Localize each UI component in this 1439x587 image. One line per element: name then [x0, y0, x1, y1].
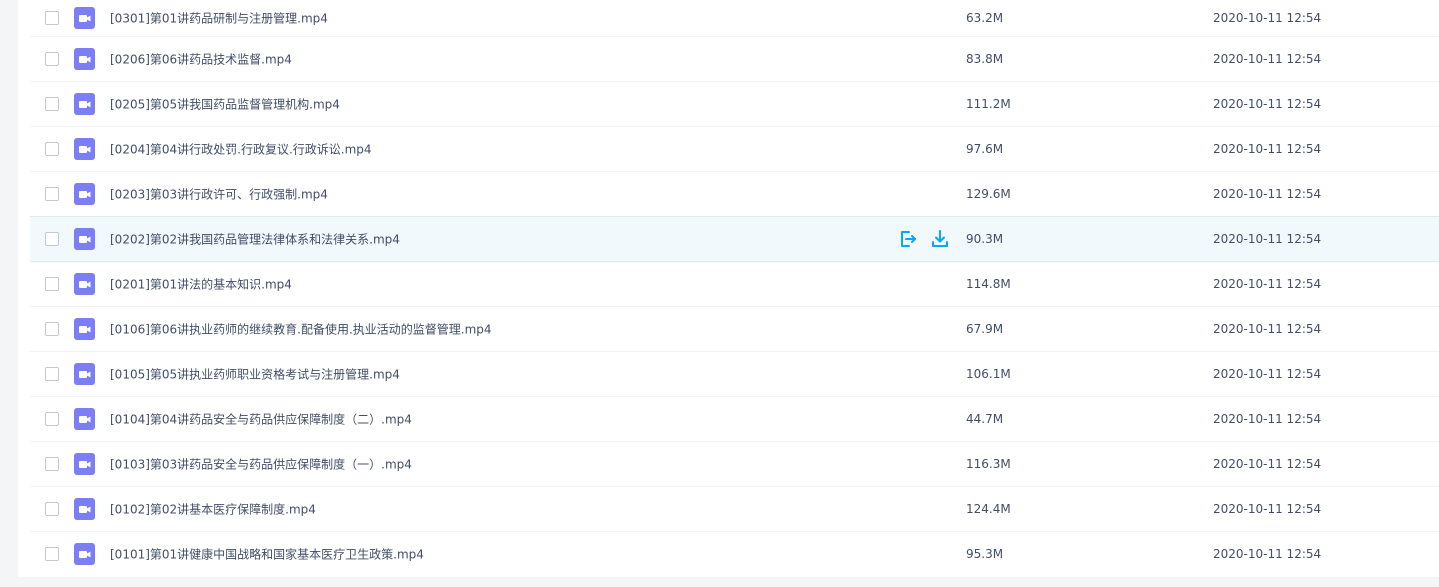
- file-date: 2020-10-11 12:54: [1213, 277, 1322, 291]
- file-size: 83.8M: [966, 52, 1004, 66]
- table-row[interactable]: [0102]第02讲基本医疗保障制度.mp4 124.4M 2020-10-11…: [30, 487, 1439, 532]
- row-checkbox[interactable]: [45, 187, 59, 201]
- row-checkbox[interactable]: [45, 97, 59, 111]
- file-date: 2020-10-11 12:54: [1213, 412, 1322, 426]
- video-file-icon: [74, 138, 95, 160]
- row-checkbox[interactable]: [45, 367, 59, 381]
- video-file-icon: [74, 543, 95, 565]
- file-date: 2020-10-11 12:54: [1213, 142, 1322, 156]
- file-name[interactable]: [0101]第01讲健康中国战略和国家基本医疗卫生政策.mp4: [110, 546, 424, 563]
- file-size: 124.4M: [966, 502, 1011, 516]
- file-size: 111.2M: [966, 97, 1011, 111]
- file-size: 116.3M: [966, 457, 1011, 471]
- file-name[interactable]: [0103]第03讲药品安全与药品供应保障制度（一）.mp4: [110, 456, 412, 473]
- file-date: 2020-10-11 12:54: [1213, 232, 1322, 246]
- file-list: [0301]第01讲药品研制与注册管理.mp4 63.2M 2020-10-11…: [30, 0, 1439, 576]
- table-row[interactable]: [0101]第01讲健康中国战略和国家基本医疗卫生政策.mp4 95.3M 20…: [30, 532, 1439, 576]
- file-size: 95.3M: [966, 547, 1004, 561]
- table-row[interactable]: [0104]第04讲药品安全与药品供应保障制度（二）.mp4 44.7M 202…: [30, 397, 1439, 442]
- video-file-icon: [74, 228, 95, 250]
- file-size: 90.3M: [966, 232, 1004, 246]
- row-checkbox[interactable]: [45, 502, 59, 516]
- table-row[interactable]: [0301]第01讲药品研制与注册管理.mp4 63.2M 2020-10-11…: [30, 0, 1439, 37]
- file-size: 44.7M: [966, 412, 1004, 426]
- video-file-icon: [74, 408, 95, 430]
- video-file-icon: [74, 7, 95, 29]
- table-row[interactable]: [0205]第05讲我国药品监督管理机构.mp4 111.2M 2020-10-…: [30, 82, 1439, 127]
- row-checkbox[interactable]: [45, 277, 59, 291]
- file-name[interactable]: [0202]第02讲我国药品管理法律体系和法律关系.mp4: [110, 231, 400, 248]
- file-size: 97.6M: [966, 142, 1004, 156]
- video-file-icon: [74, 183, 95, 205]
- download-icon[interactable]: [930, 229, 950, 249]
- table-row[interactable]: [0206]第06讲药品技术监督.mp4 83.8M 2020-10-11 12…: [30, 37, 1439, 82]
- table-row[interactable]: [0103]第03讲药品安全与药品供应保障制度（一）.mp4 116.3M 20…: [30, 442, 1439, 487]
- row-actions: [898, 229, 950, 249]
- file-date: 2020-10-11 12:54: [1213, 547, 1322, 561]
- table-row[interactable]: [0201]第01讲法的基本知识.mp4 114.8M 2020-10-11 1…: [30, 262, 1439, 307]
- file-size: 63.2M: [966, 11, 1004, 25]
- file-name[interactable]: [0106]第06讲执业药师的继续教育.配备使用.执业活动的监督管理.mp4: [110, 321, 492, 338]
- file-name[interactable]: [0201]第01讲法的基本知识.mp4: [110, 276, 292, 293]
- table-row[interactable]: [0105]第05讲执业药师职业资格考试与注册管理.mp4 106.1M 202…: [30, 352, 1439, 397]
- share-icon[interactable]: [898, 229, 918, 249]
- row-checkbox[interactable]: [45, 11, 59, 25]
- file-date: 2020-10-11 12:54: [1213, 322, 1322, 336]
- video-file-icon: [74, 363, 95, 385]
- row-checkbox[interactable]: [45, 547, 59, 561]
- file-name[interactable]: [0206]第06讲药品技术监督.mp4: [110, 51, 292, 68]
- video-file-icon: [74, 318, 95, 340]
- file-size: 129.6M: [966, 187, 1011, 201]
- file-date: 2020-10-11 12:54: [1213, 11, 1322, 25]
- file-list-panel: [0301]第01讲药品研制与注册管理.mp4 63.2M 2020-10-11…: [18, 0, 1439, 577]
- row-checkbox[interactable]: [45, 142, 59, 156]
- file-date: 2020-10-11 12:54: [1213, 187, 1322, 201]
- video-file-icon: [74, 48, 95, 70]
- video-file-icon: [74, 453, 95, 475]
- row-checkbox[interactable]: [45, 232, 59, 246]
- file-date: 2020-10-11 12:54: [1213, 367, 1322, 381]
- file-name[interactable]: [0104]第04讲药品安全与药品供应保障制度（二）.mp4: [110, 411, 412, 428]
- video-file-icon: [74, 273, 95, 295]
- file-name[interactable]: [0102]第02讲基本医疗保障制度.mp4: [110, 501, 316, 518]
- table-row[interactable]: [0203]第03讲行政许可、行政强制.mp4 129.6M 2020-10-1…: [30, 172, 1439, 217]
- file-name[interactable]: [0204]第04讲行政处罚.行政复议.行政诉讼.mp4: [110, 141, 372, 158]
- row-checkbox[interactable]: [45, 412, 59, 426]
- row-checkbox[interactable]: [45, 52, 59, 66]
- video-file-icon: [74, 498, 95, 520]
- file-name[interactable]: [0203]第03讲行政许可、行政强制.mp4: [110, 186, 328, 203]
- file-date: 2020-10-11 12:54: [1213, 97, 1322, 111]
- table-row[interactable]: [0106]第06讲执业药师的继续教育.配备使用.执业活动的监督管理.mp4 6…: [30, 307, 1439, 352]
- file-name[interactable]: [0301]第01讲药品研制与注册管理.mp4: [110, 10, 328, 27]
- file-size: 114.8M: [966, 277, 1011, 291]
- table-row[interactable]: [0204]第04讲行政处罚.行政复议.行政诉讼.mp4 97.6M 2020-…: [30, 127, 1439, 172]
- file-date: 2020-10-11 12:54: [1213, 457, 1322, 471]
- file-size: 106.1M: [966, 367, 1011, 381]
- video-file-icon: [74, 93, 95, 115]
- file-name[interactable]: [0205]第05讲我国药品监督管理机构.mp4: [110, 96, 340, 113]
- file-date: 2020-10-11 12:54: [1213, 502, 1322, 516]
- row-checkbox[interactable]: [45, 457, 59, 471]
- row-checkbox[interactable]: [45, 322, 59, 336]
- file-date: 2020-10-11 12:54: [1213, 52, 1322, 66]
- file-size: 67.9M: [966, 322, 1004, 336]
- file-name[interactable]: [0105]第05讲执业药师职业资格考试与注册管理.mp4: [110, 366, 400, 383]
- table-row-hovered[interactable]: [0202]第02讲我国药品管理法律体系和法律关系.mp4 90.3M 2020…: [30, 216, 1439, 262]
